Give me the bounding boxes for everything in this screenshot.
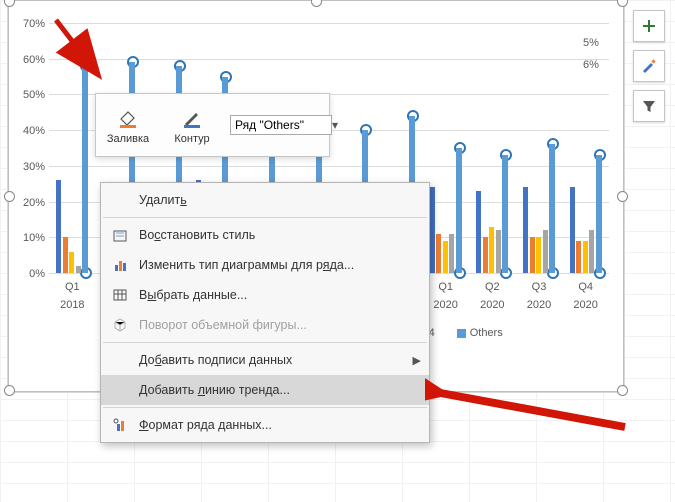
- bar[interactable]: [483, 237, 488, 273]
- bar[interactable]: [76, 266, 81, 273]
- bar[interactable]: [543, 230, 548, 273]
- menu-item-label: Добавить подписи данных: [139, 353, 407, 367]
- outline-button[interactable]: Контур: [160, 94, 224, 156]
- bar[interactable]: [570, 187, 575, 273]
- menu-item-seldata[interactable]: Выбрать данные...: [101, 280, 429, 310]
- bar[interactable]: [63, 237, 68, 273]
- bar[interactable]: [456, 148, 462, 273]
- chart-icon: [109, 255, 131, 275]
- y-tick-label: 10%: [23, 232, 45, 244]
- bar[interactable]: [576, 241, 581, 273]
- fill-button[interactable]: Заливка: [96, 94, 160, 156]
- y-tick-label: 70%: [23, 18, 45, 30]
- bar[interactable]: [82, 66, 88, 273]
- menu-item-datalbl[interactable]: Добавить подписи данных▶: [101, 345, 429, 375]
- resize-handle[interactable]: [4, 191, 15, 202]
- menu-separator: [103, 342, 427, 343]
- resize-handle[interactable]: [4, 385, 15, 396]
- resize-handle[interactable]: [617, 191, 628, 202]
- y-tick-label: 30%: [23, 161, 45, 173]
- chevron-down-icon: ▾: [332, 118, 338, 132]
- sec-y-tick: 6%: [583, 59, 599, 71]
- menu-item-label: Изменить тип диаграммы для ряда...: [139, 258, 421, 272]
- x-tick-label: Q12018: [52, 281, 92, 311]
- cube-icon: [109, 315, 131, 335]
- sec-y-tick: 5%: [583, 37, 599, 49]
- resize-handle[interactable]: [617, 385, 628, 396]
- fill-label: Заливка: [107, 133, 149, 145]
- resize-handle[interactable]: [311, 0, 322, 7]
- menu-item-label: Восстановить стиль: [139, 228, 421, 242]
- menu-item-chtype[interactable]: Изменить тип диаграммы для ряда...: [101, 250, 429, 280]
- menu-item-label: Добавить линию тренда...: [139, 383, 421, 397]
- x-tick-label: Q32020: [519, 281, 559, 311]
- x-tick-label: Q22020: [472, 281, 512, 311]
- y-tick-label: 50%: [23, 89, 45, 101]
- bar[interactable]: [69, 252, 74, 273]
- bar[interactable]: [443, 241, 448, 273]
- menu-item-trendline[interactable]: Добавить линию тренда...: [101, 375, 429, 405]
- menu-item-label: Поворот объемной фигуры...: [139, 318, 421, 332]
- series-picker[interactable]: ▾: [224, 94, 344, 156]
- format-icon: [109, 415, 131, 435]
- bar[interactable]: [583, 241, 588, 273]
- bar[interactable]: [496, 230, 501, 273]
- bar-group[interactable]: [426, 148, 466, 273]
- chart-filter-button[interactable]: [633, 90, 665, 122]
- blank-icon: [109, 350, 131, 370]
- reset-icon: [109, 225, 131, 245]
- outline-label: Контур: [174, 133, 209, 145]
- menu-item-reset[interactable]: Восстановить стиль: [101, 220, 429, 250]
- bar-group[interactable]: [566, 155, 606, 273]
- bar[interactable]: [502, 155, 508, 273]
- bar[interactable]: [549, 144, 555, 273]
- chart-styles-button[interactable]: [633, 50, 665, 82]
- menu-item-delete[interactable]: Удалить: [101, 185, 429, 215]
- y-tick-label: 40%: [23, 125, 45, 137]
- menu-item-label: Удалить: [139, 193, 421, 207]
- menu-item-fmtseries[interactable]: Формат ряда данных...: [101, 410, 429, 440]
- bar-group[interactable]: [472, 155, 512, 273]
- chart-add-element-button[interactable]: [633, 10, 665, 42]
- context-menu: Удалить Восстановить стиль Изменить тип ди…: [100, 182, 430, 443]
- bar[interactable]: [436, 234, 441, 273]
- y-tick-label: 0%: [29, 268, 45, 280]
- bar[interactable]: [430, 187, 435, 273]
- legend-item[interactable]: Others: [457, 327, 503, 339]
- bar-group[interactable]: [519, 144, 559, 273]
- x-tick-label: Q42020: [566, 281, 606, 311]
- blank-icon: [109, 380, 131, 400]
- chevron-right-icon: ▶: [407, 354, 421, 367]
- y-tick-label: 20%: [23, 197, 45, 209]
- bar-group[interactable]: [52, 66, 92, 273]
- bar[interactable]: [449, 234, 454, 273]
- table-icon: [109, 285, 131, 305]
- gridline: 70%: [49, 23, 609, 24]
- resize-handle[interactable]: [4, 0, 15, 7]
- menu-separator: [103, 217, 427, 218]
- bar[interactable]: [523, 187, 528, 273]
- bucket-icon: [117, 107, 139, 131]
- bar[interactable]: [536, 237, 541, 273]
- mini-format-toolbar: Заливка Контур ▾: [95, 93, 330, 157]
- bar[interactable]: [589, 230, 594, 273]
- menu-item-rotate3d: Поворот объемной фигуры...: [101, 310, 429, 340]
- menu-item-label: Выбрать данные...: [139, 288, 421, 302]
- bar[interactable]: [476, 191, 481, 273]
- menu-item-label: Формат ряда данных...: [139, 418, 421, 432]
- x-tick-label: Q12020: [426, 281, 466, 311]
- blank-icon: [109, 190, 131, 210]
- bar[interactable]: [596, 155, 602, 273]
- series-picker-input[interactable]: [230, 115, 332, 135]
- bar[interactable]: [56, 180, 61, 273]
- bar[interactable]: [489, 227, 494, 273]
- y-tick-label: 60%: [23, 54, 45, 66]
- menu-separator: [103, 407, 427, 408]
- pen-icon: [181, 107, 203, 131]
- bar[interactable]: [530, 237, 535, 273]
